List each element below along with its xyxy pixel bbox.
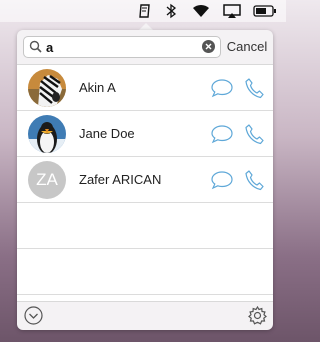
initials-avatar: ZA xyxy=(28,161,66,199)
cancel-button[interactable]: Cancel xyxy=(224,38,270,56)
phone-icon[interactable] xyxy=(244,123,264,150)
contacts-list: Akin A Jane Doe ZA Zafer ARICAN xyxy=(17,64,273,302)
search-bar: Cancel xyxy=(17,30,273,64)
contact-name: Jane Doe xyxy=(79,126,135,141)
chevron-down-circle-icon[interactable] xyxy=(24,306,43,330)
contacts-popover: Cancel Akin A xyxy=(17,30,273,330)
empty-row xyxy=(17,249,273,295)
penguin-photo xyxy=(28,115,66,153)
contact-row[interactable]: Jane Doe xyxy=(17,111,273,157)
phone-icon[interactable] xyxy=(244,169,264,196)
phone-icon[interactable] xyxy=(244,77,264,104)
message-icon[interactable] xyxy=(210,78,234,103)
zebra-photo xyxy=(28,69,66,107)
contact-name: Zafer ARICAN xyxy=(79,172,162,187)
airplay-icon[interactable] xyxy=(222,2,242,20)
wifi-icon[interactable] xyxy=(190,2,212,20)
popover-footer xyxy=(17,301,273,330)
contact-row[interactable]: Akin A xyxy=(17,65,273,111)
phone-app-icon[interactable] xyxy=(136,2,154,20)
search-icon xyxy=(29,40,42,58)
clear-icon[interactable] xyxy=(202,40,215,58)
message-icon[interactable] xyxy=(210,170,234,195)
contact-row[interactable]: ZA Zafer ARICAN xyxy=(17,157,273,203)
battery-icon[interactable] xyxy=(252,2,278,20)
menu-bar xyxy=(0,0,286,22)
search-field[interactable] xyxy=(23,36,221,58)
empty-row xyxy=(17,203,273,249)
search-input[interactable] xyxy=(46,39,196,55)
message-icon[interactable] xyxy=(210,124,234,149)
contact-name: Akin A xyxy=(79,80,116,95)
bluetooth-icon[interactable] xyxy=(164,2,178,20)
gear-icon[interactable] xyxy=(248,305,267,330)
